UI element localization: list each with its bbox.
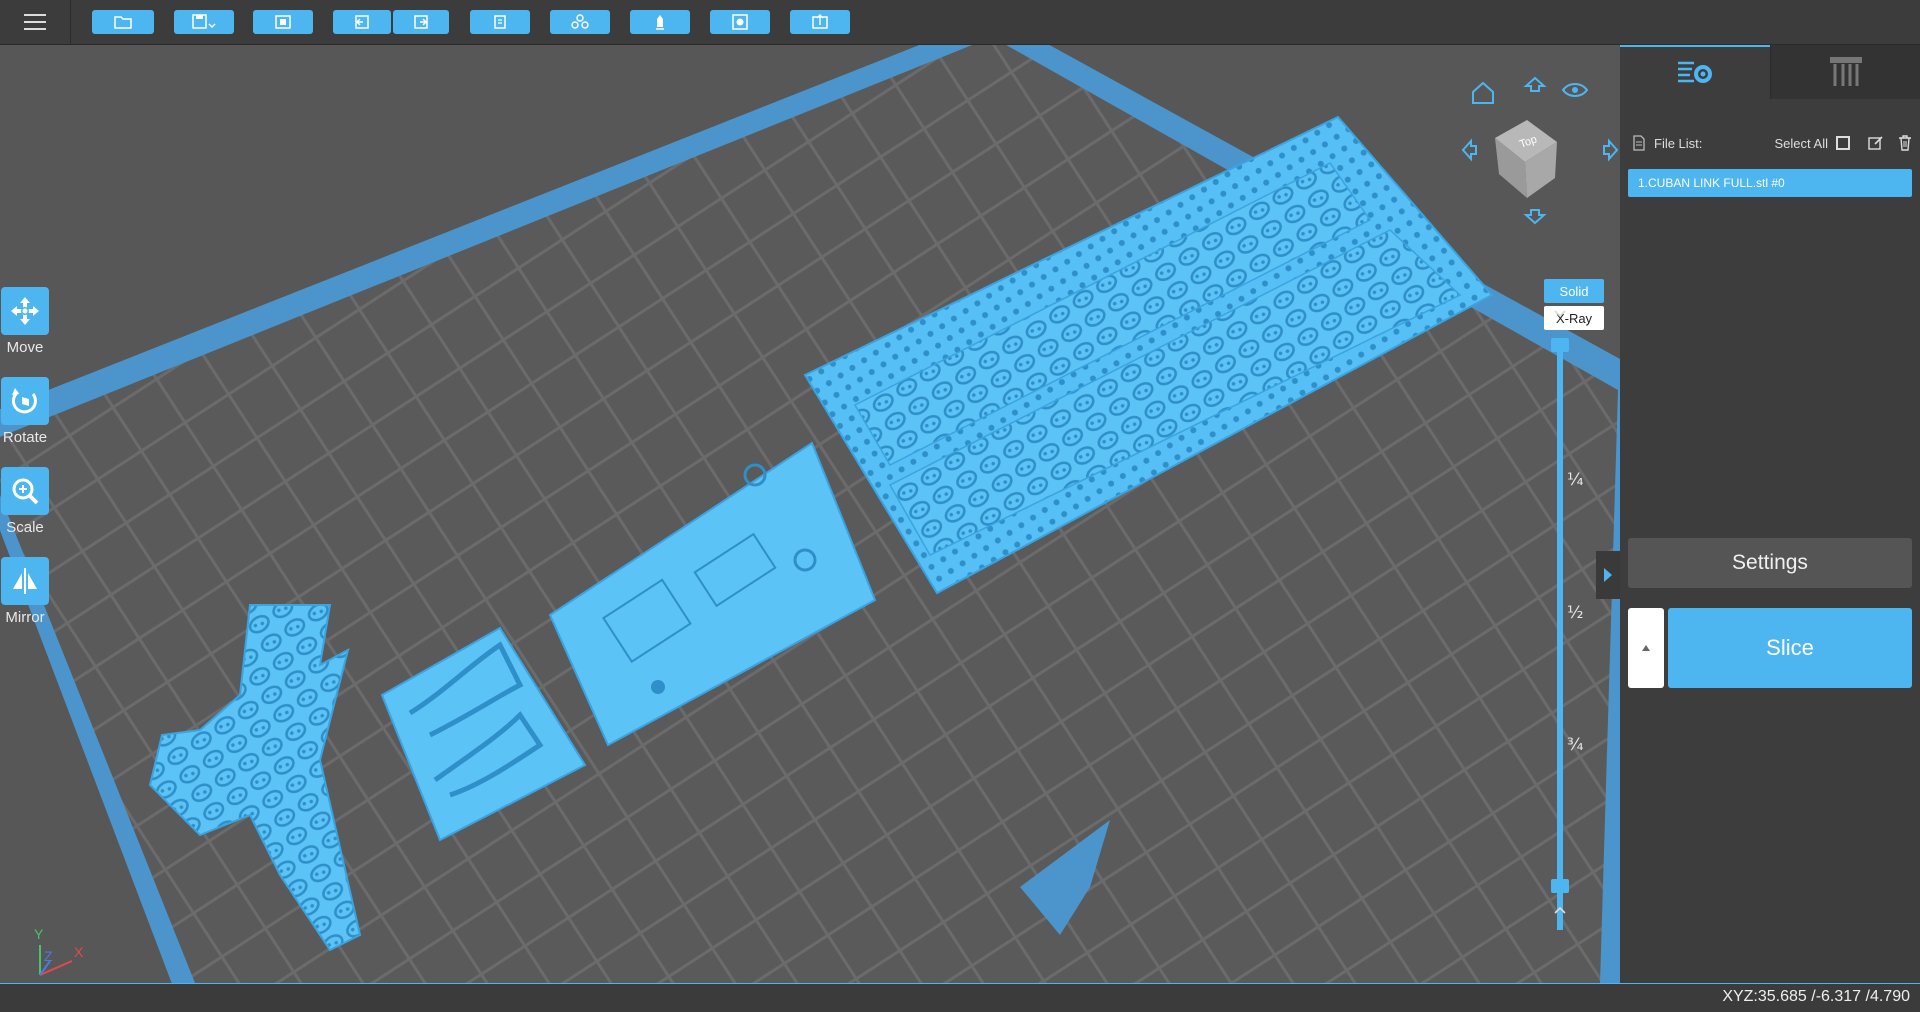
- open-file-button[interactable]: [92, 10, 154, 34]
- mirror-label: Mirror: [5, 609, 45, 626]
- select-all-label: Select All: [1774, 135, 1828, 151]
- file-list-header: File List: Select All: [1632, 131, 1912, 155]
- rotate-icon: [1, 377, 49, 425]
- status-bar: XYZ:35.685 /-6.317 /4.790: [0, 983, 1920, 1012]
- file-list-label: File List:: [1654, 135, 1703, 151]
- rotate-tool[interactable]: Rotate: [0, 377, 50, 446]
- rotate-label: Rotate: [2, 429, 48, 446]
- eye-icon[interactable]: [1561, 83, 1589, 97]
- 3d-viewport[interactable]: Move Rotate Scale Mirror Top Solid X-Ray…: [0, 45, 1620, 983]
- arrange-button[interactable]: [550, 10, 610, 34]
- support-pillars-icon: [1830, 57, 1862, 86]
- select-all-checkbox[interactable]: [1836, 136, 1850, 150]
- layer-slider-top-handle[interactable]: [1551, 338, 1569, 352]
- right-view-arrow-icon[interactable]: [1603, 138, 1619, 162]
- copy-icon: [494, 15, 506, 29]
- axis-y-label: Y: [34, 926, 44, 942]
- cursor-coordinates: XYZ:35.685 /-6.317 /4.790: [1722, 988, 1910, 1005]
- triangle-up-icon: [1642, 645, 1650, 651]
- mirror-icon: [1, 557, 49, 605]
- redo-icon: [414, 15, 428, 29]
- hollow-button[interactable]: [710, 10, 770, 34]
- tab-supports[interactable]: [1770, 45, 1920, 99]
- hollow-icon: [732, 14, 748, 30]
- slice-button[interactable]: Slice: [1668, 608, 1912, 688]
- chevron-down-icon: [1554, 310, 1566, 318]
- support-icon: [656, 15, 664, 30]
- scale-label: Scale: [6, 519, 44, 536]
- copy-button[interactable]: [470, 10, 530, 34]
- front-view-arrow-icon[interactable]: [1523, 76, 1547, 92]
- right-panel: File List: Select All 1.CUBAN LINK FULL.…: [1620, 45, 1920, 983]
- axis-z-label: Z: [44, 948, 53, 964]
- undo-icon: [355, 15, 369, 29]
- edit-icon[interactable]: [1868, 135, 1884, 151]
- axis-x-label: X: [74, 944, 84, 960]
- arrange-icon: [571, 14, 589, 29]
- slider-three-quarter-label: ¾: [1567, 735, 1584, 755]
- move-tool[interactable]: Move: [0, 287, 50, 356]
- layer-slider-track[interactable]: [1557, 345, 1563, 930]
- save-button[interactable]: [174, 10, 234, 34]
- tab-model-settings[interactable]: [1620, 45, 1770, 99]
- menu-icon: [24, 14, 46, 30]
- axes-indicator: Y Z X: [34, 926, 84, 976]
- slice-options-button[interactable]: [1628, 608, 1664, 688]
- top-toolbar: [0, 0, 1920, 45]
- move-label: Move: [6, 339, 44, 356]
- solid-mode-button[interactable]: Solid: [1544, 279, 1604, 303]
- mirror-tool[interactable]: Mirror: [0, 557, 50, 626]
- export-icon: [812, 14, 828, 29]
- import-icon: [275, 15, 291, 29]
- slider-down-chevron[interactable]: [1551, 307, 1569, 321]
- home-view-icon[interactable]: [1472, 81, 1494, 104]
- back-view-arrow-icon[interactable]: [1523, 209, 1547, 225]
- layer-slider-bottom-handle[interactable]: [1551, 879, 1569, 893]
- view-cube[interactable]: [1495, 120, 1557, 198]
- open-folder-icon: [114, 16, 132, 29]
- trash-icon[interactable]: [1898, 135, 1912, 151]
- slider-half-label: ½: [1567, 603, 1584, 623]
- move-icon: [1, 287, 49, 335]
- triangle-right-icon: [1604, 568, 1612, 582]
- file-list-item[interactable]: 1.CUBAN LINK FULL.stl #0: [1628, 169, 1912, 197]
- support-button[interactable]: [630, 10, 690, 34]
- save-icon: [192, 14, 216, 29]
- slider-quarter-label: ¼: [1567, 470, 1584, 490]
- scale-tool[interactable]: Scale: [0, 467, 50, 536]
- document-icon: [1633, 135, 1645, 151]
- export-button[interactable]: [790, 10, 850, 34]
- chevron-up-icon: [1554, 906, 1566, 914]
- import-model-button[interactable]: [253, 10, 313, 34]
- menu-button[interactable]: [0, 0, 71, 44]
- build-plate-scene[interactable]: [0, 45, 1620, 983]
- left-view-arrow-icon[interactable]: [1461, 138, 1477, 162]
- redo-button[interactable]: [393, 10, 449, 34]
- settings-button[interactable]: Settings: [1628, 538, 1912, 588]
- scale-icon: [1, 467, 49, 515]
- slider-up-chevron[interactable]: [1551, 903, 1569, 917]
- view-navigator: Top: [1461, 76, 1619, 225]
- undo-button[interactable]: [333, 10, 391, 34]
- list-gear-icon: [1678, 61, 1712, 83]
- panel-collapse-toggle[interactable]: [1596, 551, 1620, 599]
